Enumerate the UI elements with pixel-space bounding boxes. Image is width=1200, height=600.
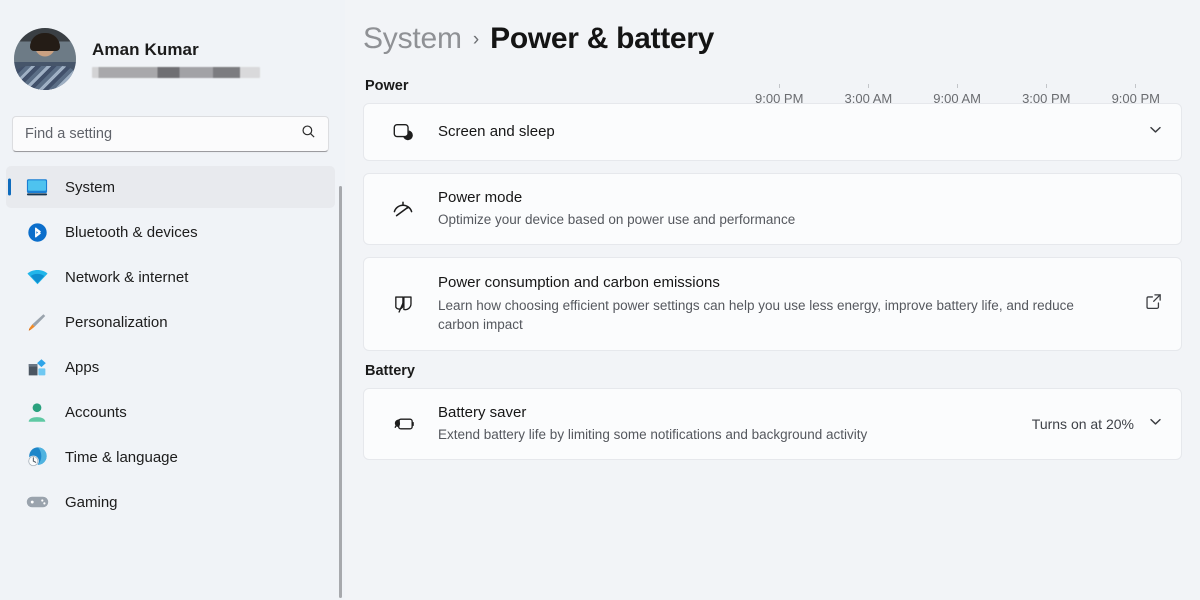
- sidebar-scrollbar[interactable]: [339, 186, 342, 598]
- chevron-right-icon: ›: [472, 29, 480, 50]
- sidebar-item-system[interactable]: System: [6, 166, 335, 208]
- power-consumption-row[interactable]: Power consumption and carbon emissions L…: [363, 257, 1182, 351]
- clock-globe-icon: [24, 445, 50, 469]
- sidebar-item-time-language[interactable]: Time & language: [6, 436, 335, 478]
- sidebar-nav: System Bluetooth & devices Network & int…: [0, 166, 345, 523]
- sidebar-item-network-internet[interactable]: Network & internet: [6, 256, 335, 298]
- sidebar: Aman Kumar Find a setting System Bluetoo…: [0, 0, 345, 600]
- sidebar-item-accounts[interactable]: Accounts: [6, 391, 335, 433]
- row-description: Optimize your device based on power use …: [438, 212, 796, 228]
- row-title: Power consumption and carbon emissions: [438, 274, 720, 292]
- battery-saver-value: Turns on at 20%: [1031, 416, 1134, 432]
- screen-sleep-icon: [386, 121, 420, 143]
- wifi-icon: [24, 265, 50, 289]
- search-icon[interactable]: [301, 124, 316, 144]
- page-title: Power & battery: [490, 22, 715, 55]
- settings-window: Aman Kumar Find a setting System Bluetoo…: [0, 0, 1200, 600]
- battery-saver-row[interactable]: Battery saver Extend battery life by lim…: [363, 388, 1182, 460]
- sidebar-item-label: Personalization: [65, 313, 168, 331]
- breadcrumb: System › Power & battery: [345, 0, 1200, 56]
- search-input[interactable]: Find a setting: [12, 116, 329, 152]
- sidebar-item-bluetooth-devices[interactable]: Bluetooth & devices: [6, 211, 335, 253]
- paintbrush-icon: [24, 310, 50, 334]
- monitor-icon: [24, 175, 50, 199]
- row-title: Power mode: [438, 189, 523, 207]
- chevron-down-icon[interactable]: [1148, 122, 1163, 142]
- apps-icon: [24, 355, 50, 379]
- gauge-icon: [386, 197, 420, 221]
- profile-name: Aman Kumar: [92, 40, 199, 59]
- screen-and-sleep-row[interactable]: Screen and sleep: [363, 103, 1182, 161]
- external-link-icon[interactable]: [1144, 292, 1163, 316]
- battery-section-heading: Battery: [365, 363, 415, 379]
- sidebar-item-apps[interactable]: Apps: [6, 346, 335, 388]
- power-mode-row[interactable]: Power mode Optimize your device based on…: [363, 173, 1182, 245]
- sidebar-item-label: Time & language: [65, 448, 178, 466]
- sidebar-item-label: Bluetooth & devices: [65, 223, 198, 241]
- sidebar-item-gaming[interactable]: Gaming: [6, 481, 335, 523]
- breadcrumb-system-link[interactable]: System: [363, 22, 462, 56]
- sidebar-item-label: Gaming: [65, 493, 118, 511]
- user-profile[interactable]: Aman Kumar: [0, 0, 345, 100]
- chevron-down-icon[interactable]: [1148, 414, 1163, 434]
- sidebar-item-label: Apps: [65, 358, 100, 376]
- row-title: Battery saver: [438, 404, 527, 422]
- battery-saver-icon: [386, 413, 420, 435]
- sidebar-item-label: Network & internet: [65, 268, 189, 286]
- selection-indicator: [8, 178, 11, 196]
- sidebar-item-label: Accounts: [65, 403, 127, 421]
- row-title: Screen and sleep: [438, 122, 555, 140]
- gamepad-icon: [24, 490, 50, 514]
- sidebar-item-label: System: [65, 178, 116, 196]
- bluetooth-icon: [24, 220, 50, 244]
- sidebar-item-personalization[interactable]: Personalization: [6, 301, 335, 343]
- search-placeholder: Find a setting: [25, 126, 113, 142]
- row-description: Learn how choosing efficient power setti…: [438, 297, 1074, 333]
- main-content: System › Power & battery 9:00 PM 3:00 AM…: [345, 0, 1200, 600]
- row-description: Extend battery life by limiting some not…: [438, 427, 868, 443]
- profile-email-redacted: [92, 67, 260, 78]
- person-icon: [24, 400, 50, 424]
- avatar[interactable]: [14, 28, 76, 90]
- leaf-shield-icon: [386, 293, 420, 316]
